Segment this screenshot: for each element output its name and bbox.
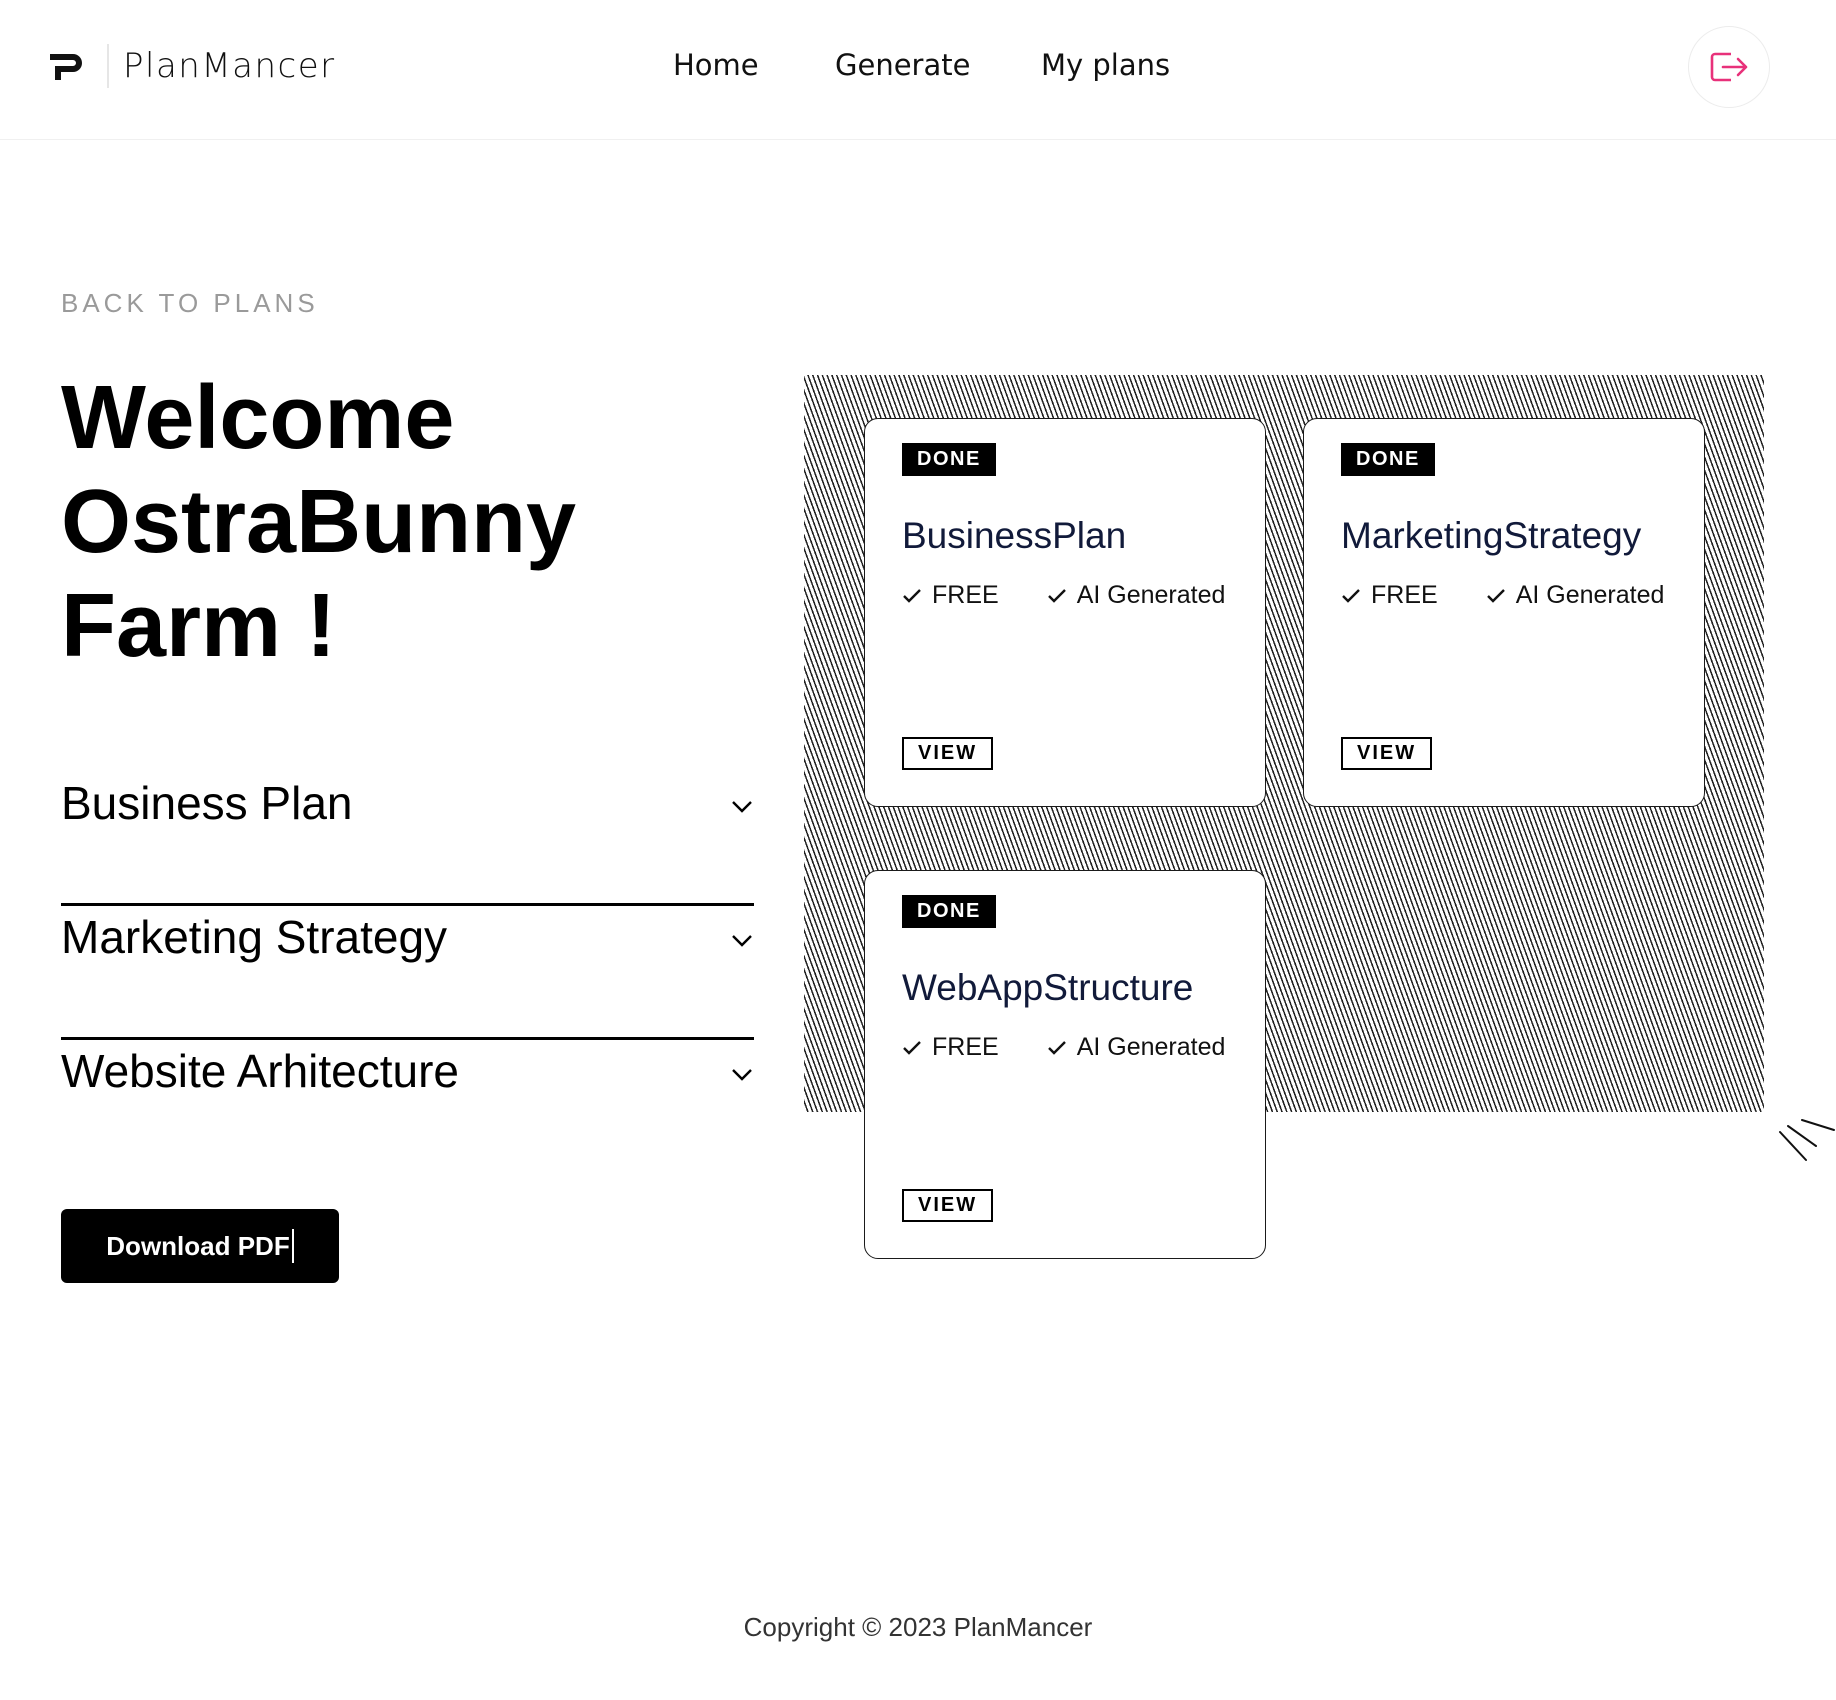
status-badge: DONE	[1341, 443, 1435, 476]
feature-free: FREE	[902, 1033, 999, 1062]
status-badge: DONE	[902, 895, 996, 928]
plan-card-marketing-strategy: DONE MarketingStrategy FREE AI Generated…	[1303, 418, 1705, 807]
feature-label: FREE	[932, 1033, 999, 1061]
welcome-line-1: Welcome	[61, 368, 455, 468]
check-icon	[903, 588, 921, 603]
accordion-label: Website Arhitecture	[61, 1045, 460, 1097]
feature-free: FREE	[1341, 581, 1438, 610]
footer-copyright: Copyright © 2023 PlanMancer	[743, 1612, 1093, 1642]
feature-label: FREE	[1371, 581, 1438, 609]
top-header: PlanMancer Home Generate My plans	[0, 0, 1836, 140]
feature-label: AI Generated	[1076, 1033, 1226, 1061]
chevron-down-icon	[732, 935, 752, 947]
plan-card-business-plan: DONE BusinessPlan FREE AI Generated VIEW	[864, 418, 1266, 807]
accordion-label: Business Plan	[61, 777, 353, 829]
welcome-line-2: OstraBunny	[61, 472, 577, 572]
welcome-heading: Welcome OstraBunny Farm !	[61, 366, 701, 678]
feature-ai-generated: AI Generated	[1486, 581, 1665, 610]
accordion-item-website-architecture[interactable]: Website Arhitecture	[61, 1044, 754, 1174]
card-title: BusinessPlan	[902, 515, 1127, 556]
check-icon	[1342, 588, 1360, 603]
logout-button[interactable]	[1688, 26, 1770, 108]
card-title: MarketingStrategy	[1341, 515, 1642, 556]
check-icon	[1047, 588, 1066, 603]
feature-free: FREE	[902, 581, 999, 610]
text-cursor	[291, 1229, 294, 1263]
welcome-line-3: Farm !	[61, 576, 337, 676]
plan-card-web-app-structure: DONE WebAppStructure FREE AI Generated V…	[864, 870, 1266, 1259]
feature-label: AI Generated	[1076, 581, 1226, 609]
status-badge: DONE	[902, 443, 996, 476]
feature-ai-generated: AI Generated	[1047, 1033, 1226, 1062]
feature-ai-generated: AI Generated	[1047, 581, 1226, 610]
feature-label: AI Generated	[1515, 581, 1665, 609]
feature-label: FREE	[932, 581, 999, 609]
nav-home[interactable]: Home	[673, 48, 759, 82]
chevron-down-icon	[732, 1069, 752, 1081]
main-nav: Home Generate My plans	[0, 48, 1836, 88]
decorative-scribble	[1779, 1119, 1835, 1161]
chevron-down-icon	[732, 801, 752, 813]
plan-accordion: Business Plan Marketing Strategy Website…	[61, 776, 754, 1174]
card-features: FREE AI Generated	[902, 581, 1225, 610]
card-features: FREE AI Generated	[1341, 581, 1664, 610]
card-title: WebAppStructure	[902, 967, 1194, 1008]
back-to-plans-link[interactable]: BACK TO PLANS	[61, 288, 319, 319]
download-pdf-label: Download PDF	[106, 1230, 290, 1261]
download-pdf-button[interactable]: Download PDF	[61, 1209, 339, 1283]
nav-my-plans[interactable]: My plans	[1041, 48, 1170, 82]
view-button[interactable]: VIEW	[902, 1189, 994, 1222]
card-features: FREE AI Generated	[902, 1033, 1225, 1062]
logout-icon	[1710, 52, 1748, 82]
check-icon	[903, 1040, 921, 1055]
check-icon	[1047, 1040, 1066, 1055]
check-icon	[1486, 588, 1505, 603]
accordion-item-marketing-strategy[interactable]: Marketing Strategy	[61, 910, 754, 1040]
view-button[interactable]: VIEW	[1341, 737, 1433, 770]
accordion-label: Marketing Strategy	[61, 911, 448, 963]
accordion-item-business-plan[interactable]: Business Plan	[61, 776, 754, 906]
nav-generate[interactable]: Generate	[835, 48, 970, 82]
view-button[interactable]: VIEW	[902, 737, 994, 770]
